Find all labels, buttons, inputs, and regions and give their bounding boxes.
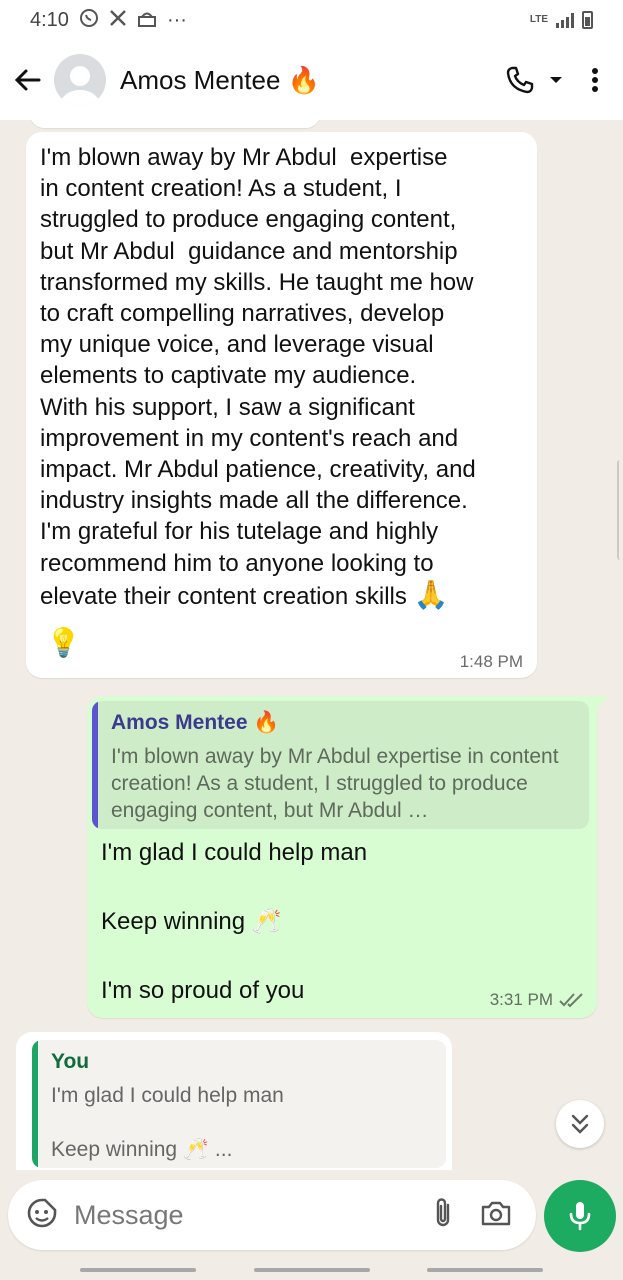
message-input[interactable]: Message (74, 1200, 432, 1231)
incoming-text-body: I'm blown away by Mr Abdul expertise in … (40, 144, 476, 610)
outgoing-message-text: I'm glad I could help man Keep winning 🥂… (101, 839, 368, 1004)
network-type: LTE (529, 14, 548, 25)
reply-accent-bar (32, 1040, 38, 1168)
status-bar: 4:10 ··· LTE (0, 0, 623, 40)
dropdown-icon (550, 77, 562, 83)
incoming-timestamp: 1:48 PM (459, 652, 523, 671)
nav-back[interactable] (427, 1268, 543, 1272)
more-notifications: ··· (166, 8, 187, 31)
incoming-message[interactable]: I'm blown away by Mr Abdul expertise in … (26, 132, 537, 678)
scrollbar[interactable] (617, 460, 623, 560)
nav-home[interactable] (254, 1268, 370, 1272)
more-options-button[interactable] (591, 67, 599, 93)
quote-accent-bar (92, 701, 98, 829)
x-icon (109, 9, 127, 32)
reply-author: You (51, 1050, 90, 1073)
outgoing-timestamp: 3:31 PM (489, 990, 553, 1009)
quote-author: Amos Mentee 🔥 (111, 711, 280, 734)
reply-text: I'm glad I could help man Keep winning 🥂… (51, 1084, 284, 1161)
incoming-message-text: I'm blown away by Mr Abdul expertise in … (40, 142, 530, 612)
voice-message-button[interactable] (544, 1180, 616, 1252)
outgoing-meta: 3:31 PM (490, 990, 585, 1010)
scroll-to-bottom-button[interactable] (556, 1100, 604, 1148)
voice-call-button[interactable] (505, 65, 535, 95)
lightbulb-emoji: 💡 (46, 627, 81, 658)
sticker-icon (27, 1198, 57, 1227)
more-vert-icon (592, 68, 598, 92)
camera-icon (481, 1201, 511, 1225)
reply-preview: You I'm glad I could help man Keep winni… (16, 1032, 452, 1170)
sticker-button[interactable] (26, 1197, 58, 1234)
nav-recents[interactable] (80, 1268, 196, 1272)
signal-icon (556, 12, 574, 28)
attach-icon (436, 1197, 450, 1226)
battery-icon (582, 11, 593, 29)
attach-button[interactable] (432, 1197, 454, 1234)
quoted-message[interactable]: Amos Mentee 🔥 I'm blown away by Mr Abdul… (92, 701, 589, 829)
chevron-double-down-icon (571, 1114, 589, 1134)
chat-area[interactable]: I'm blown away by Mr Abdul expertise in … (0, 120, 623, 1170)
previous-message-edge (30, 120, 320, 128)
message-input-bar: Message (8, 1180, 536, 1250)
quote-text: I'm blown away by Mr Abdul expertise in … (111, 745, 559, 822)
reply-preview-card[interactable]: You I'm glad I could help man Keep winni… (32, 1040, 446, 1168)
avatar[interactable] (54, 54, 106, 106)
phone-icon (506, 66, 534, 94)
outgoing-message[interactable]: Amos Mentee 🔥 I'm blown away by Mr Abdul… (87, 696, 609, 1018)
contact-name[interactable]: Amos Mentee 🔥 (120, 65, 320, 96)
back-arrow-icon (14, 69, 41, 91)
camera-button[interactable] (480, 1199, 512, 1232)
whatsapp-icon (79, 8, 99, 33)
mosque-icon (137, 9, 157, 32)
back-button[interactable] (10, 60, 44, 100)
folded-hands-emoji: 🙏 (413, 578, 449, 610)
status-time: 4:10 (30, 8, 69, 31)
mic-icon (569, 1202, 591, 1231)
double-check-icon (559, 993, 583, 1008)
chat-header: Amos Mentee 🔥 (0, 40, 623, 120)
navigation-bar (0, 1258, 623, 1280)
call-options-dropdown[interactable] (549, 75, 563, 85)
